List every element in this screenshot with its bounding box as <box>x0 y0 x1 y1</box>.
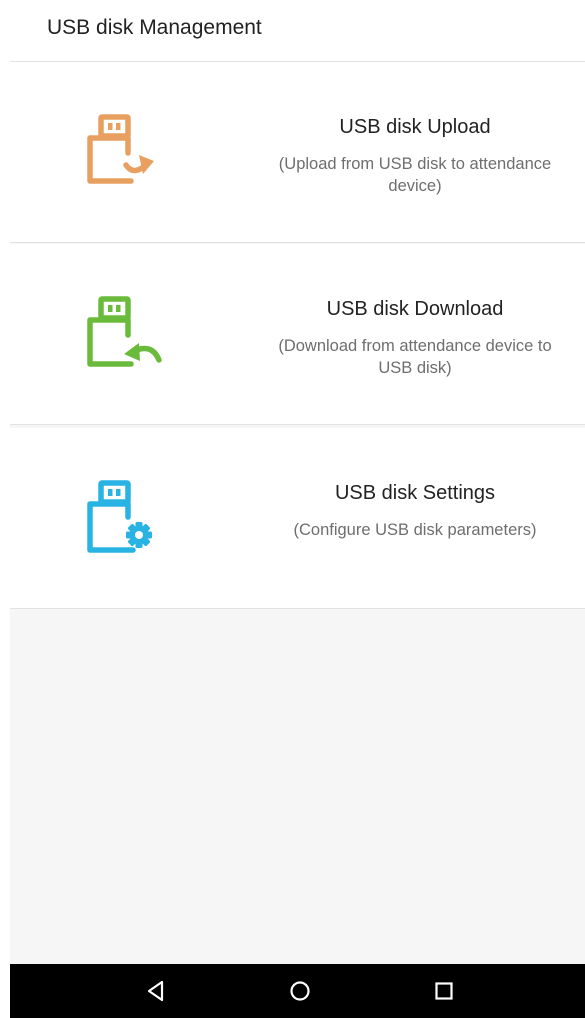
item-divider <box>10 608 585 609</box>
usb-settings-text: USB disk Settings (Configure USB disk pa… <box>265 428 565 541</box>
app-header: USB disk Management <box>0 0 585 62</box>
usb-settings-icon <box>87 480 152 553</box>
menu-list: USB disk Upload (Upload from USB disk to… <box>10 62 585 964</box>
usb-settings-title: USB disk Settings <box>334 482 496 504</box>
usb-upload-text: USB disk Upload (Upload from USB disk to… <box>265 62 565 197</box>
usb-management-screen: USB disk Management USB disk Upload (Upl… <box>0 0 585 1018</box>
usb-download-subtitle: (Download from attendance device to USB … <box>278 337 552 377</box>
home-icon[interactable] <box>284 975 316 1007</box>
usb-settings-item[interactable]: USB disk Settings (Configure USB disk pa… <box>10 428 585 609</box>
usb-upload-icon <box>87 114 154 184</box>
navigation-bar <box>10 964 585 1018</box>
page-title: USB disk Management <box>47 16 262 39</box>
recents-icon[interactable] <box>428 975 460 1007</box>
item-divider <box>10 424 585 425</box>
back-icon[interactable] <box>140 975 172 1007</box>
usb-download-item[interactable]: USB disk Download (Download from attenda… <box>10 244 585 425</box>
item-divider <box>10 242 585 243</box>
usb-upload-subtitle: (Upload from USB disk to attendance devi… <box>278 155 552 195</box>
usb-upload-item[interactable]: USB disk Upload (Upload from USB disk to… <box>10 62 585 243</box>
usb-download-icon <box>87 296 162 367</box>
usb-download-title: USB disk Download <box>326 298 504 320</box>
gear-icon <box>126 522 152 548</box>
usb-settings-subtitle: (Configure USB disk parameters) <box>293 521 537 539</box>
usb-download-text: USB disk Download (Download from attenda… <box>265 244 565 379</box>
usb-upload-title: USB disk Upload <box>339 116 491 138</box>
